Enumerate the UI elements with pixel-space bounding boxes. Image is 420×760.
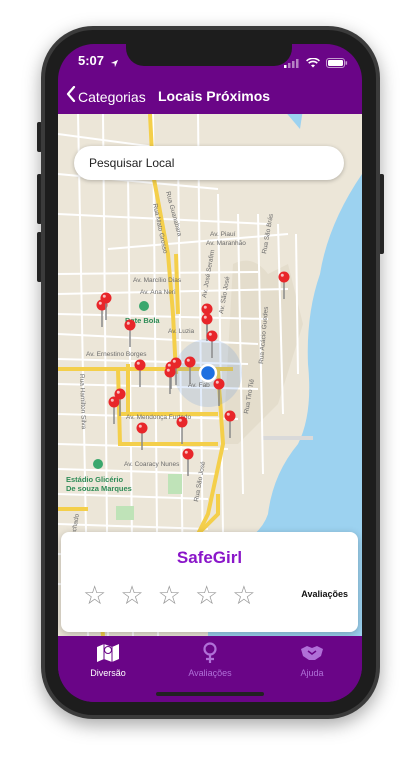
place-label: Estádio Glicério: [66, 475, 124, 484]
place-label: De souza Marques: [66, 484, 132, 493]
chevron-left-icon: [66, 85, 76, 107]
notch: [126, 44, 292, 66]
map-pin-icon[interactable]: [124, 319, 136, 349]
back-label: Categorias: [78, 88, 146, 105]
tab-label: Avaliações: [188, 668, 232, 678]
star-2[interactable]: ☆: [120, 582, 143, 608]
map-pin-icon[interactable]: [136, 422, 148, 452]
street-label: Av. Ana Neri: [140, 289, 176, 296]
street-label: Av. Ernestino Borges: [86, 351, 147, 358]
wifi-icon: [306, 55, 320, 73]
map-pin-icon[interactable]: [114, 388, 126, 418]
battery-icon: [326, 55, 348, 73]
rating-label: Avaliações: [301, 589, 348, 599]
star-rating[interactable]: ☆ ☆ ☆ ☆ ☆: [83, 582, 256, 608]
search-bar[interactable]: [74, 146, 344, 180]
card-title: SafeGirl: [176, 548, 243, 567]
map-pin-icon[interactable]: [164, 366, 176, 396]
star-3[interactable]: ☆: [158, 582, 181, 608]
map-pin-icon[interactable]: [184, 356, 196, 386]
page-title: Locais Próximos: [158, 88, 271, 104]
map-pin-icon[interactable]: [213, 378, 225, 408]
rating-card: SafeGirl ☆ ☆ ☆ ☆ ☆ Avaliações: [61, 532, 358, 632]
star-4[interactable]: ☆: [195, 582, 218, 608]
map-pin-icon[interactable]: [182, 448, 194, 478]
tab-avaliacoes[interactable]: Avaliações: [170, 642, 250, 678]
map-pin-icon[interactable]: [100, 292, 112, 322]
map-pin-icon[interactable]: [224, 410, 236, 440]
female-icon: [170, 642, 250, 664]
street-label: Av. Coaracy Nunes: [124, 461, 180, 468]
tab-diversao[interactable]: Diversão: [68, 642, 148, 678]
phone-screen: 5:07 Categorias Locais Próximos Rua Guan…: [58, 44, 362, 702]
location-arrow-icon: [110, 55, 119, 73]
street-label: Av. Piauí: [210, 231, 236, 238]
map-pin-icon[interactable]: [176, 416, 188, 446]
tab-ajuda[interactable]: Ajuda: [272, 642, 352, 678]
handshake-icon: [272, 642, 352, 664]
navigation-bar: Categorias Locais Próximos: [58, 80, 362, 114]
street-label: Av. Marcílio Dias: [133, 277, 182, 284]
map-icon: [68, 642, 148, 664]
tab-label: Diversão: [90, 668, 126, 678]
street-label: Av. Maranhão: [206, 240, 246, 247]
star-1[interactable]: ☆: [83, 582, 106, 608]
map-pin-icon[interactable]: [278, 271, 290, 301]
star-5[interactable]: ☆: [232, 582, 255, 608]
back-button[interactable]: Categorias: [66, 85, 146, 107]
map-pin-icon[interactable]: [134, 359, 146, 389]
status-time: 5:07: [78, 53, 105, 68]
street-label: Av. Luzia: [168, 328, 195, 335]
tab-label: Ajuda: [300, 668, 324, 678]
map-pin-icon[interactable]: [206, 330, 218, 360]
home-indicator: [156, 692, 264, 696]
search-input[interactable]: [87, 155, 331, 171]
